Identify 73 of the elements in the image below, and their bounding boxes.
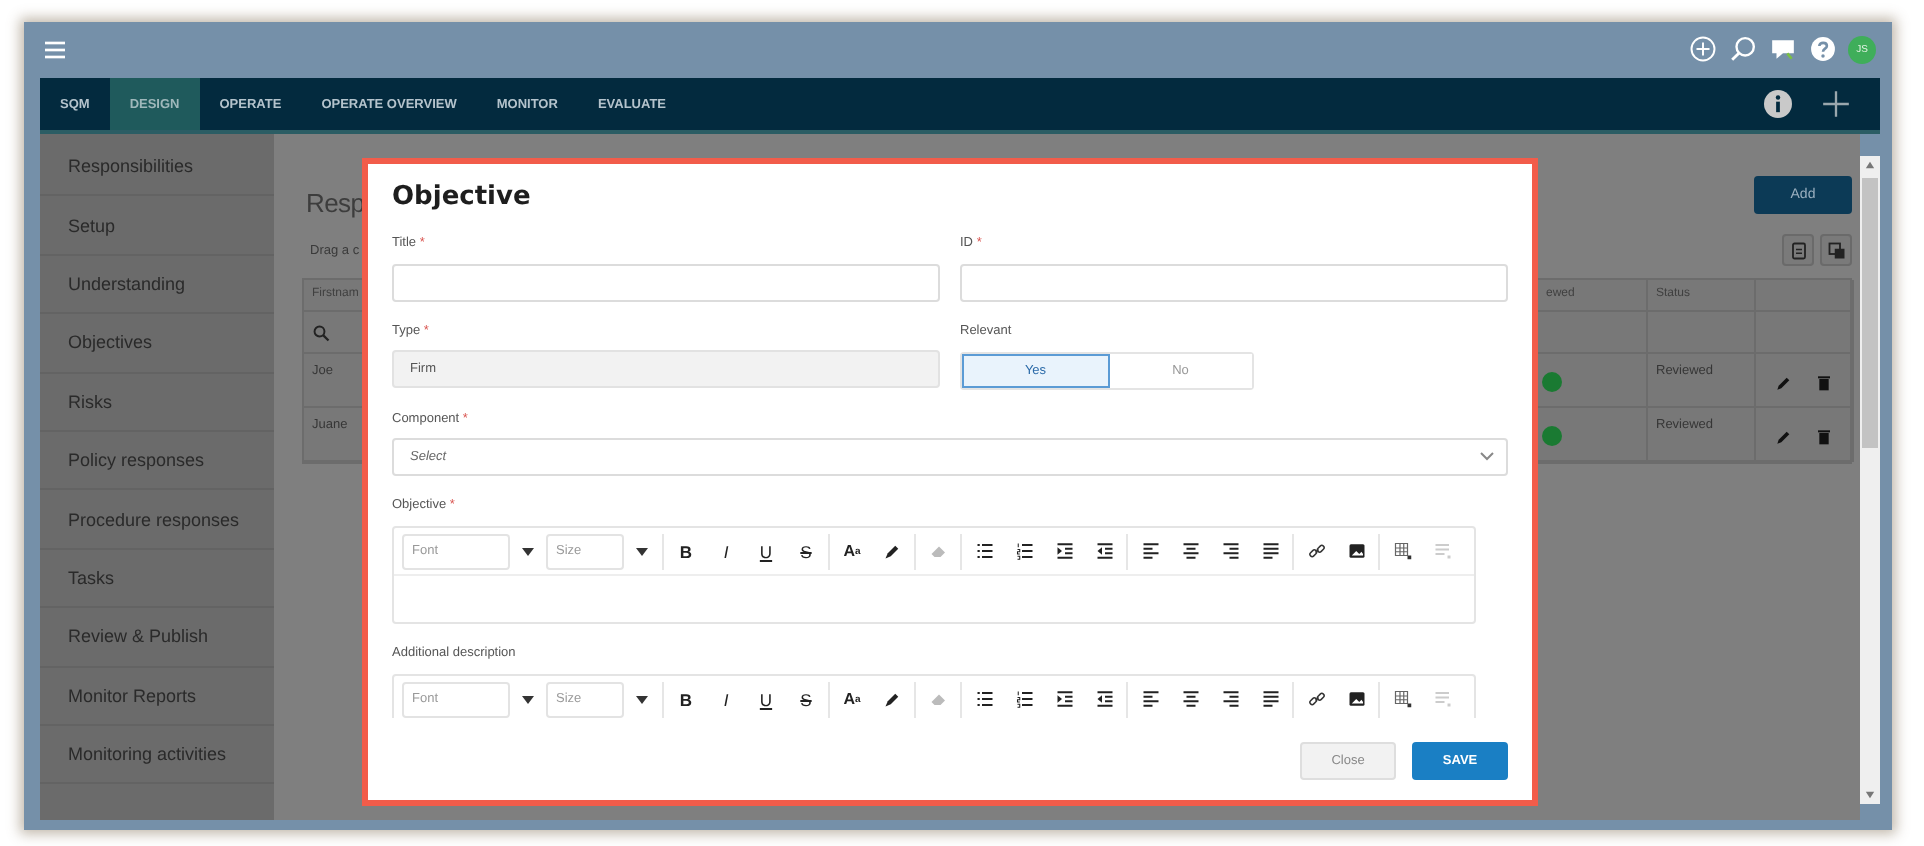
table-icon[interactable]: [1393, 690, 1411, 708]
justify-icon[interactable]: [1261, 690, 1279, 708]
caret-icon[interactable]: [636, 695, 648, 703]
up-arrow-icon[interactable]: [1864, 160, 1876, 170]
align-center-icon[interactable]: [1181, 690, 1199, 708]
text-field[interactable]: [392, 264, 940, 302]
format-button[interactable]: S: [786, 681, 826, 717]
numbered-list-icon[interactable]: [1015, 690, 1033, 708]
numbered-list-icon[interactable]: [1015, 542, 1033, 560]
format-button[interactable]: S: [786, 533, 826, 569]
indent-icon[interactable]: [1055, 542, 1073, 560]
sidebar-item[interactable]: Monitoring activities: [68, 744, 227, 765]
format-button[interactable]: U: [746, 681, 786, 717]
sidebar-item[interactable]: Understanding: [68, 273, 186, 294]
format-button[interactable]: I: [706, 681, 746, 717]
pencil-icon[interactable]: [1776, 428, 1792, 446]
justify-icon[interactable]: [1261, 542, 1279, 560]
format-button[interactable]: U: [746, 533, 786, 569]
down-arrow-icon[interactable]: [1864, 790, 1876, 800]
table-icon[interactable]: [1393, 542, 1411, 560]
sidebar-item[interactable]: Risks: [68, 391, 112, 412]
link-icon[interactable]: [1307, 690, 1325, 708]
add-icon[interactable]: [1690, 36, 1716, 62]
search-icon[interactable]: [1730, 36, 1756, 62]
indent-icon[interactable]: [1055, 690, 1073, 708]
bullet-list-icon[interactable]: [975, 542, 993, 560]
sidebar-item[interactable]: Policy responses: [68, 450, 205, 471]
status-dot: [1542, 426, 1562, 446]
status-dot: [1542, 372, 1562, 392]
page-title: Resp: [306, 186, 365, 222]
caret-icon[interactable]: [522, 695, 534, 703]
align-left-icon[interactable]: [1141, 690, 1159, 708]
sidebar-item[interactable]: Review & Publish: [68, 626, 209, 647]
plus-icon[interactable]: [1822, 90, 1850, 118]
image-icon[interactable]: [1347, 690, 1365, 708]
outdent-icon[interactable]: [1095, 542, 1113, 560]
caret-icon[interactable]: [522, 547, 534, 555]
trash-icon[interactable]: [1816, 428, 1832, 446]
chat-icon[interactable]: [1770, 36, 1796, 62]
export-button[interactable]: [1782, 234, 1814, 266]
dialog-title: Objective: [392, 180, 533, 216]
caret-icon[interactable]: [636, 547, 648, 555]
link-icon[interactable]: [1307, 542, 1325, 560]
bullet-list-icon[interactable]: [975, 690, 993, 708]
scrollbar-thumb[interactable]: [1862, 178, 1878, 448]
format-button[interactable]: B: [666, 533, 706, 569]
align-center-icon[interactable]: [1181, 542, 1199, 560]
outdent-icon[interactable]: [1095, 690, 1113, 708]
pen-icon[interactable]: [883, 542, 901, 560]
format-button[interactable]: B: [666, 681, 706, 717]
align-right-icon[interactable]: [1221, 542, 1239, 560]
sidebar-item[interactable]: Tasks: [68, 567, 115, 588]
sidebar-item[interactable]: Responsibilities: [68, 156, 194, 177]
sidebar-item[interactable]: Procedure responses: [68, 509, 240, 530]
info-icon[interactable]: [1764, 90, 1792, 118]
pencil-icon[interactable]: [1776, 374, 1792, 392]
align-right-icon[interactable]: [1221, 690, 1239, 708]
chevron-down-icon: [1480, 452, 1494, 462]
text-field[interactable]: [960, 264, 1508, 302]
align-left-icon[interactable]: [1141, 542, 1159, 560]
sidebar-item[interactable]: Monitor Reports: [68, 685, 197, 706]
image-icon[interactable]: [1347, 542, 1365, 560]
copy-button[interactable]: [1820, 234, 1852, 266]
help-icon[interactable]: [1810, 36, 1836, 62]
trash-icon[interactable]: [1816, 374, 1832, 392]
copy-icon: [1827, 241, 1845, 259]
pen-icon[interactable]: [883, 690, 901, 708]
sidebar-item[interactable]: Setup: [68, 215, 116, 236]
sidebar-item[interactable]: Objectives: [68, 332, 153, 353]
search-icon: [312, 323, 330, 341]
document-icon: [1789, 241, 1807, 259]
format-button[interactable]: I: [706, 533, 746, 569]
menu-icon[interactable]: [44, 39, 66, 59]
